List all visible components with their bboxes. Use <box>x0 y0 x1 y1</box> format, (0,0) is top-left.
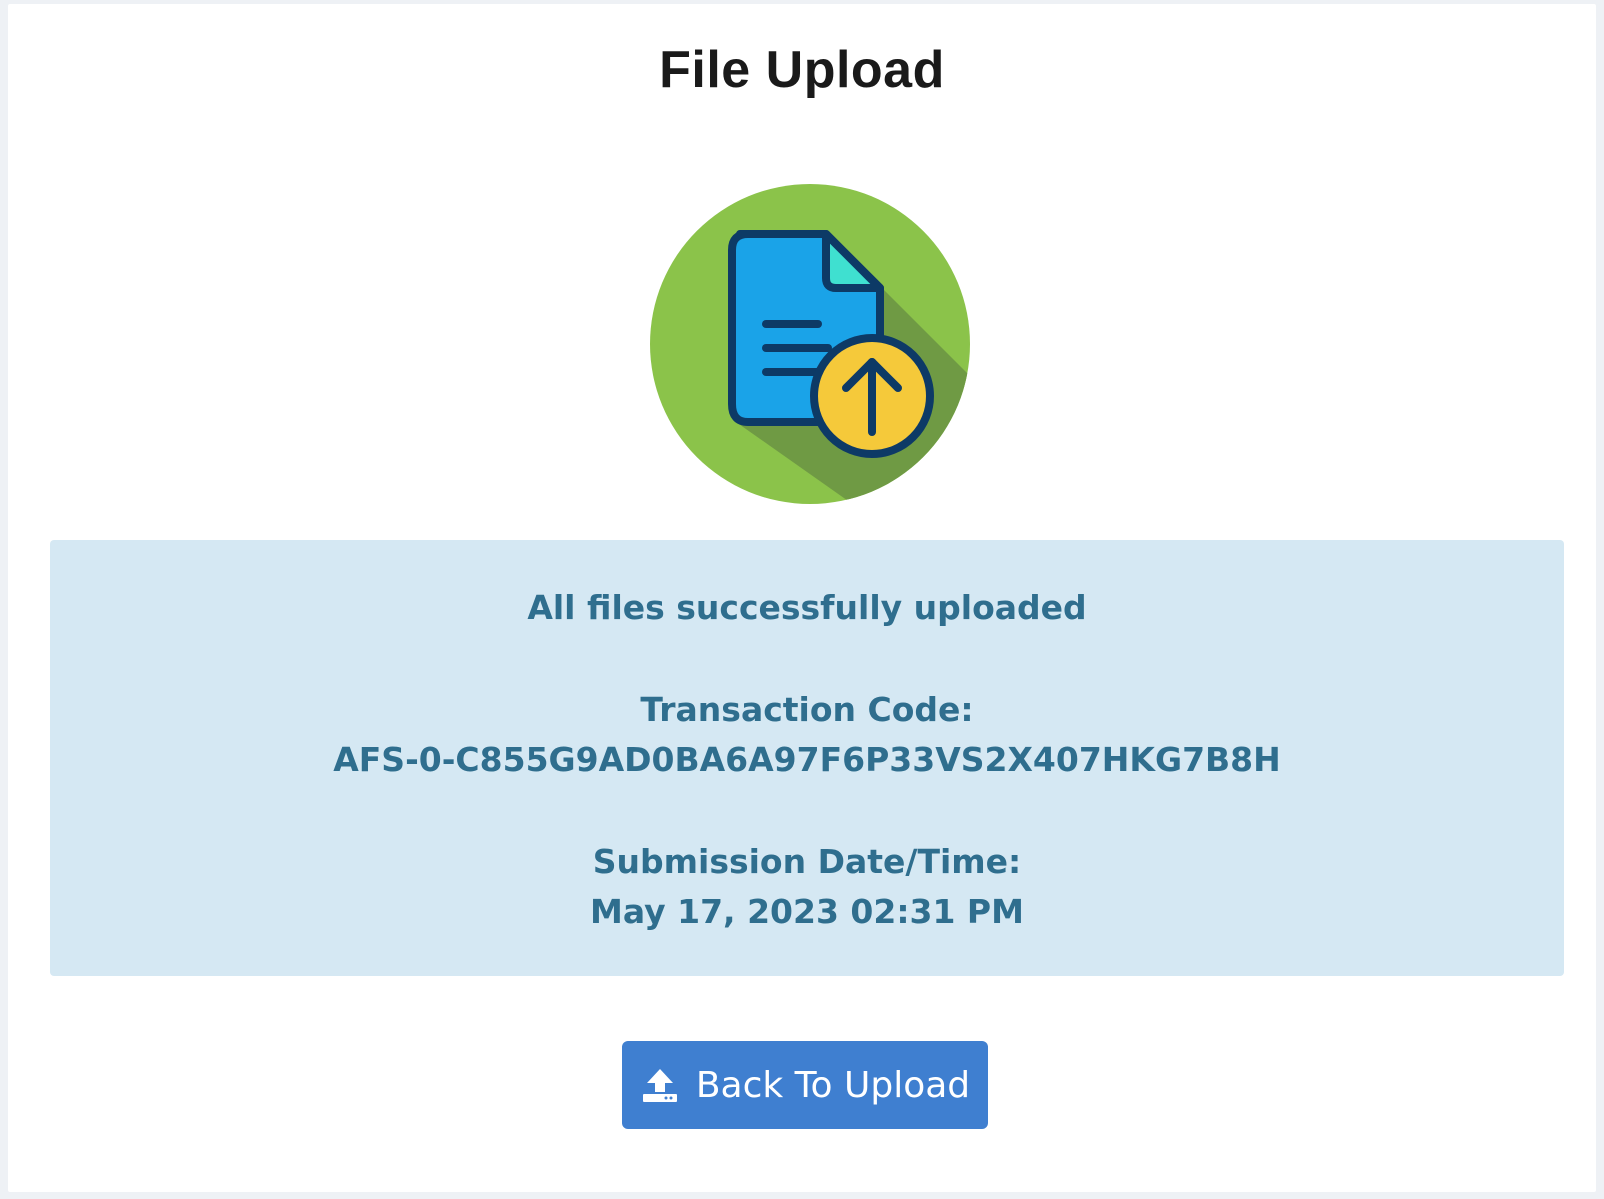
upload-result-panel: File Upload All files successfully uploa… <box>8 4 1596 1192</box>
submission-datetime-value: May 17, 2023 02:31 PM <box>590 892 1024 931</box>
page-title: File Upload <box>659 41 945 99</box>
submission-datetime-label: Submission Date/Time: <box>592 842 1022 881</box>
upload-icon <box>642 1069 677 1102</box>
transaction-code-label: Transaction Code: <box>640 690 974 729</box>
back-to-upload-label: Back To Upload <box>695 1064 971 1106</box>
file-upload-icon <box>650 184 970 504</box>
success-alert: All files successfully uploaded Transact… <box>50 540 1564 976</box>
transaction-code-value: AFS-0-C855G9AD0BA6A97F6P33VS2X407HKG7B8H <box>333 740 1281 779</box>
success-message: All files successfully uploaded <box>527 588 1087 627</box>
back-to-upload-button[interactable]: Back To Upload <box>622 1041 988 1129</box>
